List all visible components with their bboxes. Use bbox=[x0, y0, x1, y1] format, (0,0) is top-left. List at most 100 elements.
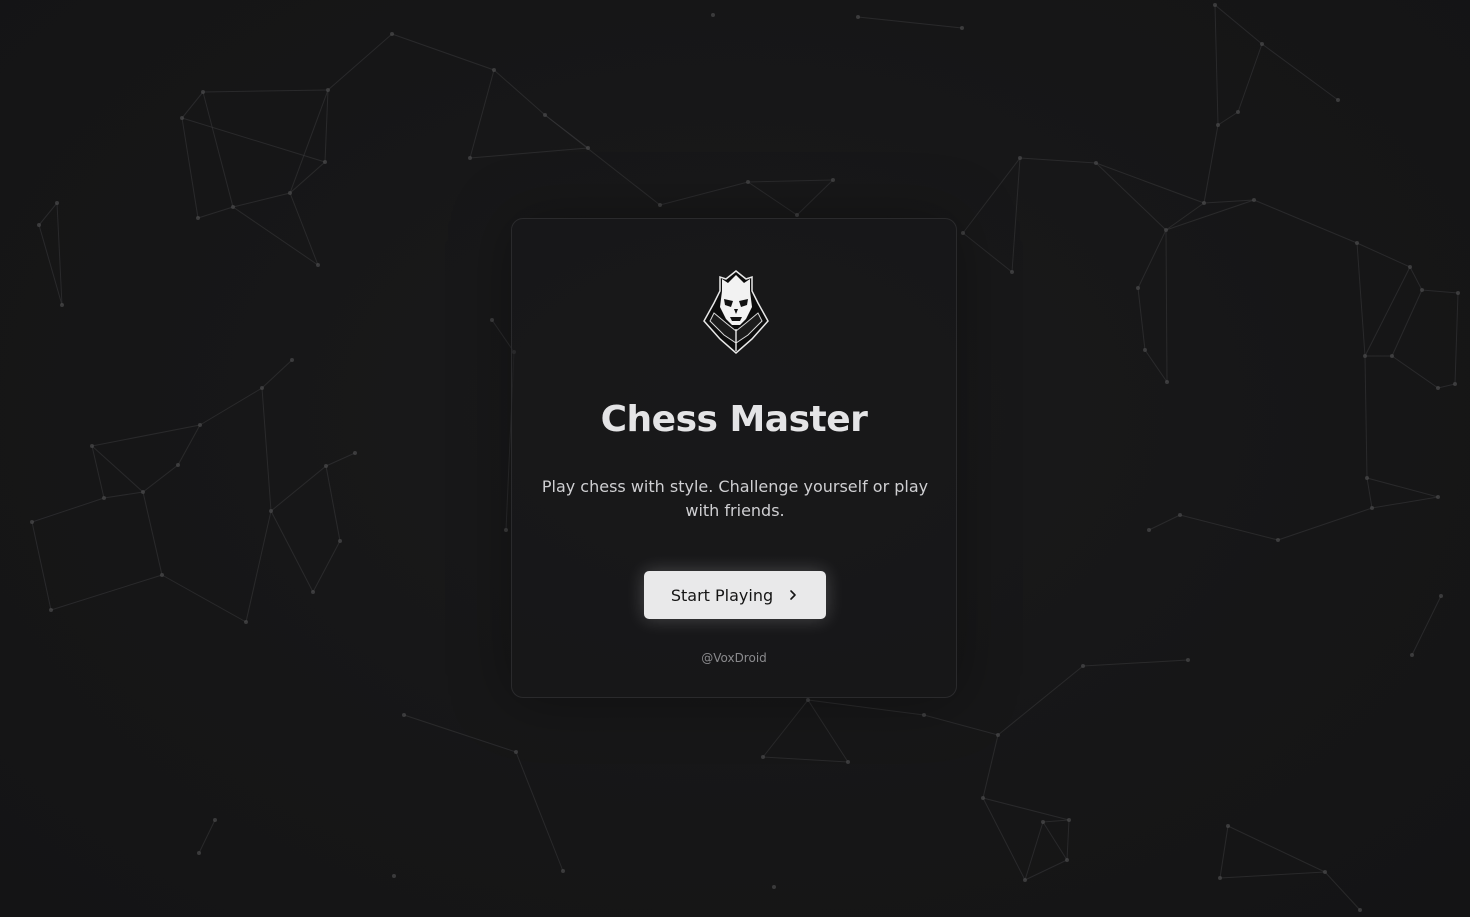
network-edge bbox=[1217, 111, 1239, 126]
network-node bbox=[1165, 380, 1169, 384]
network-node bbox=[141, 490, 145, 494]
network-node bbox=[392, 874, 396, 878]
network-node bbox=[846, 760, 850, 764]
network-node bbox=[1355, 241, 1359, 245]
network-edge bbox=[1042, 819, 1070, 823]
network-edge bbox=[289, 89, 329, 194]
network-node bbox=[468, 156, 472, 160]
network-edge bbox=[202, 89, 329, 93]
network-edge bbox=[327, 33, 393, 91]
network-node bbox=[196, 216, 200, 220]
network-edge bbox=[270, 510, 314, 593]
network-node bbox=[1041, 820, 1045, 824]
network-edge bbox=[31, 497, 105, 523]
network-edge bbox=[1024, 859, 1068, 881]
network-node bbox=[1186, 658, 1190, 662]
network-node bbox=[90, 444, 94, 448]
network-edge bbox=[245, 510, 272, 623]
network-edge bbox=[1277, 507, 1373, 541]
network-edge bbox=[747, 181, 798, 216]
network-edge bbox=[1214, 4, 1219, 126]
network-edge bbox=[962, 232, 1013, 273]
network-node bbox=[960, 26, 964, 30]
network-node bbox=[806, 698, 810, 702]
network-node bbox=[514, 750, 518, 754]
network-node bbox=[1136, 286, 1140, 290]
start-playing-button[interactable]: Start Playing bbox=[644, 571, 826, 619]
network-edge bbox=[197, 206, 234, 219]
landing-screen: Chess Master Play chess with style. Chal… bbox=[0, 0, 1470, 917]
network-edge bbox=[161, 574, 247, 623]
network-edge bbox=[923, 714, 999, 736]
network-edge bbox=[962, 157, 1021, 234]
network-edge bbox=[1165, 229, 1168, 383]
network-node bbox=[1439, 594, 1443, 598]
network-edge bbox=[1148, 514, 1181, 531]
network-edge bbox=[1066, 819, 1070, 861]
network-node bbox=[102, 496, 106, 500]
network-edge bbox=[177, 424, 201, 466]
network-node bbox=[1164, 228, 1168, 232]
network-node bbox=[1067, 818, 1071, 822]
network-node bbox=[324, 464, 328, 468]
network-edge bbox=[91, 424, 201, 447]
network-edge bbox=[544, 114, 661, 206]
network-node bbox=[231, 205, 235, 209]
network-node bbox=[1370, 506, 1374, 510]
network-node bbox=[1065, 858, 1069, 862]
network-node bbox=[1260, 42, 1264, 46]
network-node bbox=[390, 32, 394, 36]
network-node bbox=[311, 590, 315, 594]
network-edge bbox=[762, 756, 849, 763]
network-edge bbox=[1454, 292, 1459, 385]
network-edge bbox=[1366, 477, 1439, 498]
network-node bbox=[1018, 156, 1022, 160]
network-edge bbox=[324, 89, 329, 163]
network-node bbox=[323, 160, 327, 164]
network-node bbox=[1236, 110, 1240, 114]
network-node bbox=[201, 90, 205, 94]
network-node bbox=[1453, 382, 1457, 386]
network-edge bbox=[1253, 199, 1358, 244]
network-node bbox=[996, 733, 1000, 737]
network-edge bbox=[1019, 157, 1097, 164]
network-edge bbox=[1024, 821, 1044, 881]
network-edge bbox=[469, 147, 589, 159]
network-node bbox=[746, 180, 750, 184]
network-node bbox=[1358, 908, 1362, 912]
network-edge bbox=[38, 202, 58, 226]
network-node bbox=[1420, 288, 1424, 292]
network-node bbox=[60, 303, 64, 307]
network-node bbox=[504, 528, 508, 532]
network-edge bbox=[1082, 659, 1189, 667]
network-node bbox=[1216, 123, 1220, 127]
network-edge bbox=[232, 192, 291, 208]
chevron-right-icon bbox=[790, 590, 796, 600]
network-edge bbox=[1165, 202, 1205, 231]
tagline: Play chess with style. Challenge yoursel… bbox=[541, 477, 929, 520]
network-node bbox=[1252, 198, 1256, 202]
network-edge bbox=[1324, 871, 1361, 911]
network-edge bbox=[1095, 162, 1167, 231]
network-node bbox=[198, 423, 202, 427]
network-node bbox=[1094, 161, 1098, 165]
network-node bbox=[772, 885, 776, 889]
network-edge bbox=[50, 574, 163, 611]
network-node bbox=[1323, 870, 1327, 874]
network-edge bbox=[515, 751, 564, 872]
network-node bbox=[658, 203, 662, 207]
network-node bbox=[981, 796, 985, 800]
network-edge bbox=[325, 452, 356, 467]
network-node bbox=[795, 213, 799, 217]
network-edge bbox=[325, 465, 341, 542]
network-edge bbox=[857, 16, 963, 29]
network-node bbox=[1276, 538, 1280, 542]
network-node bbox=[180, 116, 184, 120]
network-edge bbox=[762, 699, 809, 758]
network-node bbox=[961, 231, 965, 235]
network-edge bbox=[391, 33, 495, 71]
network-edge bbox=[1042, 821, 1068, 861]
network-node bbox=[1202, 201, 1206, 205]
start-playing-label: Start Playing bbox=[670, 585, 774, 605]
network-edge bbox=[982, 797, 1070, 821]
